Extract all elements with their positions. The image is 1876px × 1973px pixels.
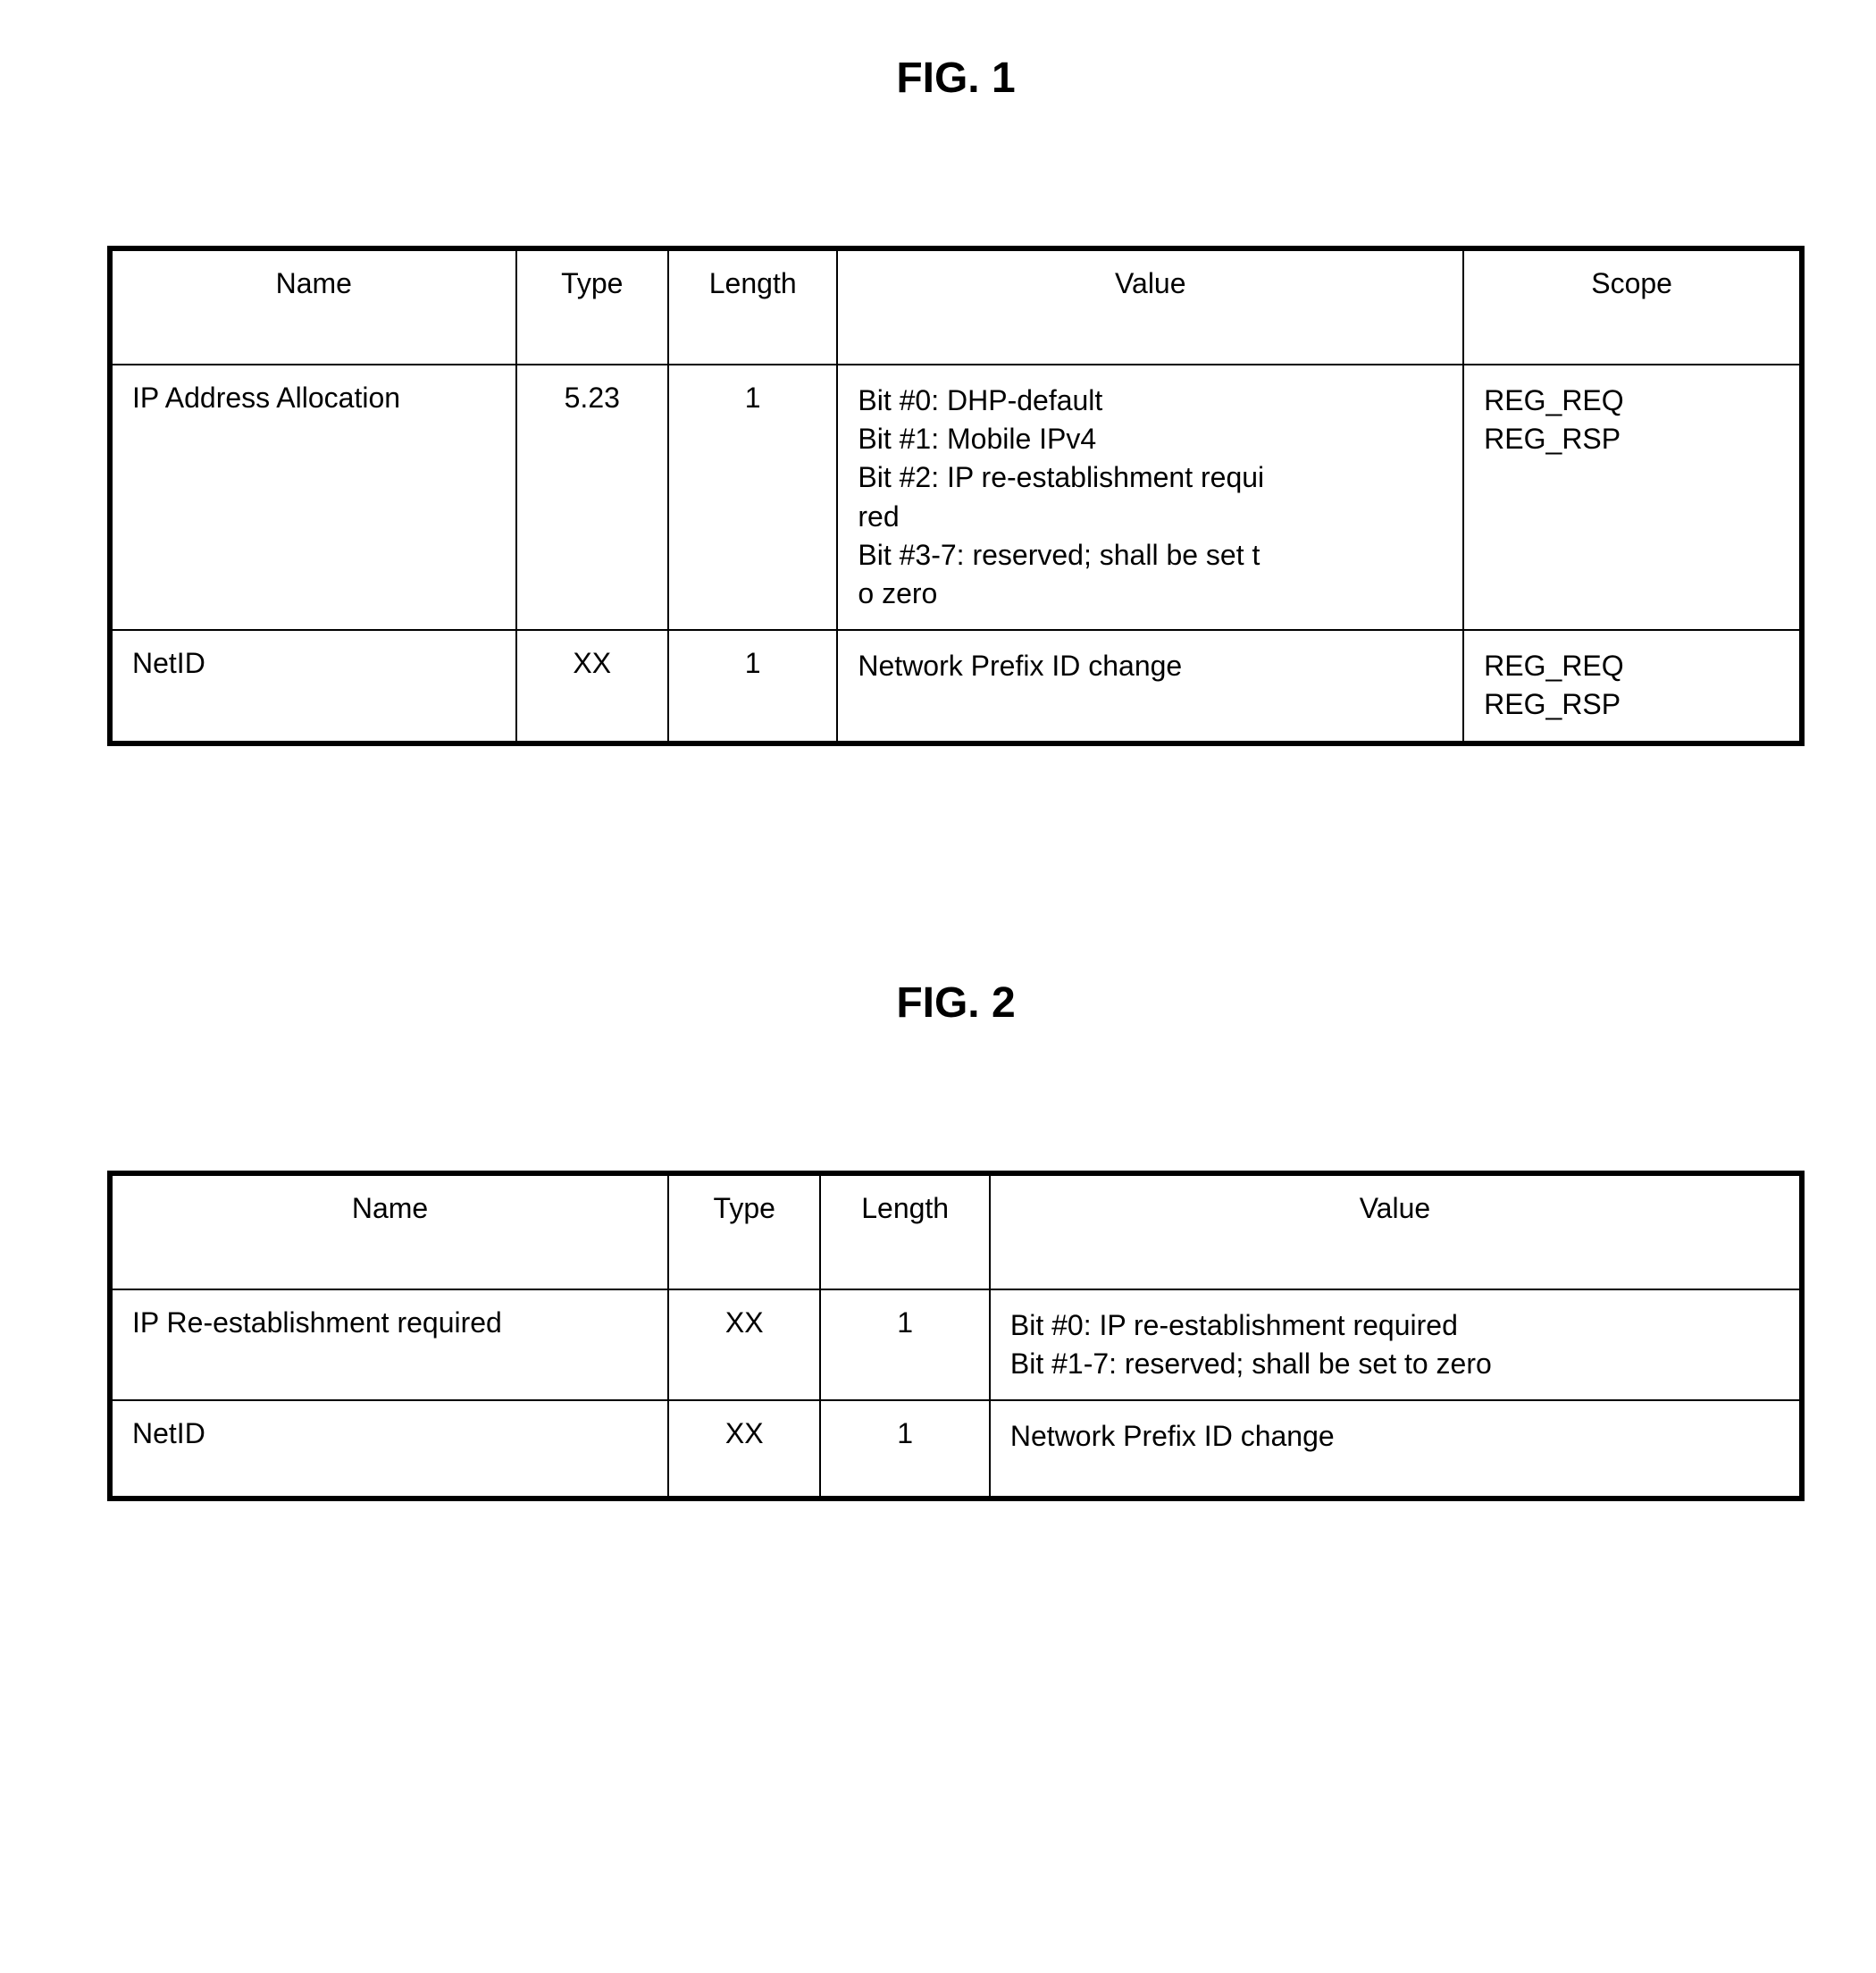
figure-1-title: FIG. 1	[107, 54, 1805, 103]
cell-length: 1	[820, 1400, 989, 1499]
table-header-row: Name Type Length Value Scope	[110, 248, 1802, 365]
table-header-row: Name Type Length Value	[110, 1173, 1802, 1289]
cell-value: Network Prefix ID change	[837, 630, 1463, 743]
table-row: NetID XX 1 Network Prefix ID change REG_…	[110, 630, 1802, 743]
cell-length: 1	[820, 1289, 989, 1400]
cell-value: Bit #0: DHP-defaultBit #1: Mobile IPv4Bi…	[837, 365, 1463, 630]
table-row: NetID XX 1 Network Prefix ID change	[110, 1400, 1802, 1499]
col-header-length: Length	[820, 1173, 989, 1289]
col-header-value: Value	[990, 1173, 1802, 1289]
figure-2-title: FIG. 2	[107, 978, 1805, 1028]
cell-type: XX	[668, 1289, 820, 1400]
col-header-type: Type	[516, 248, 668, 365]
cell-length: 1	[668, 365, 837, 630]
col-header-scope: Scope	[1463, 248, 1802, 365]
col-header-name: Name	[110, 248, 516, 365]
cell-name: NetID	[110, 630, 516, 743]
cell-type: 5.23	[516, 365, 668, 630]
cell-type: XX	[668, 1400, 820, 1499]
col-header-name: Name	[110, 1173, 668, 1289]
cell-type: XX	[516, 630, 668, 743]
cell-value: Network Prefix ID change	[990, 1400, 1802, 1499]
col-header-length: Length	[668, 248, 837, 365]
col-header-value: Value	[837, 248, 1463, 365]
cell-name: IP Address Allocation	[110, 365, 516, 630]
cell-scope: REG_REQREG_RSP	[1463, 365, 1802, 630]
cell-length: 1	[668, 630, 837, 743]
cell-name: IP Re-establishment required	[110, 1289, 668, 1400]
table-row: IP Re-establishment required XX 1 Bit #0…	[110, 1289, 1802, 1400]
cell-scope: REG_REQREG_RSP	[1463, 630, 1802, 743]
figure-2-table: Name Type Length Value IP Re-establishme…	[107, 1171, 1805, 1501]
table-row: IP Address Allocation 5.23 1 Bit #0: DHP…	[110, 365, 1802, 630]
figure-1-table: Name Type Length Value Scope IP Address …	[107, 246, 1805, 746]
cell-name: NetID	[110, 1400, 668, 1499]
col-header-type: Type	[668, 1173, 820, 1289]
cell-value: Bit #0: IP re-establishment requiredBit …	[990, 1289, 1802, 1400]
